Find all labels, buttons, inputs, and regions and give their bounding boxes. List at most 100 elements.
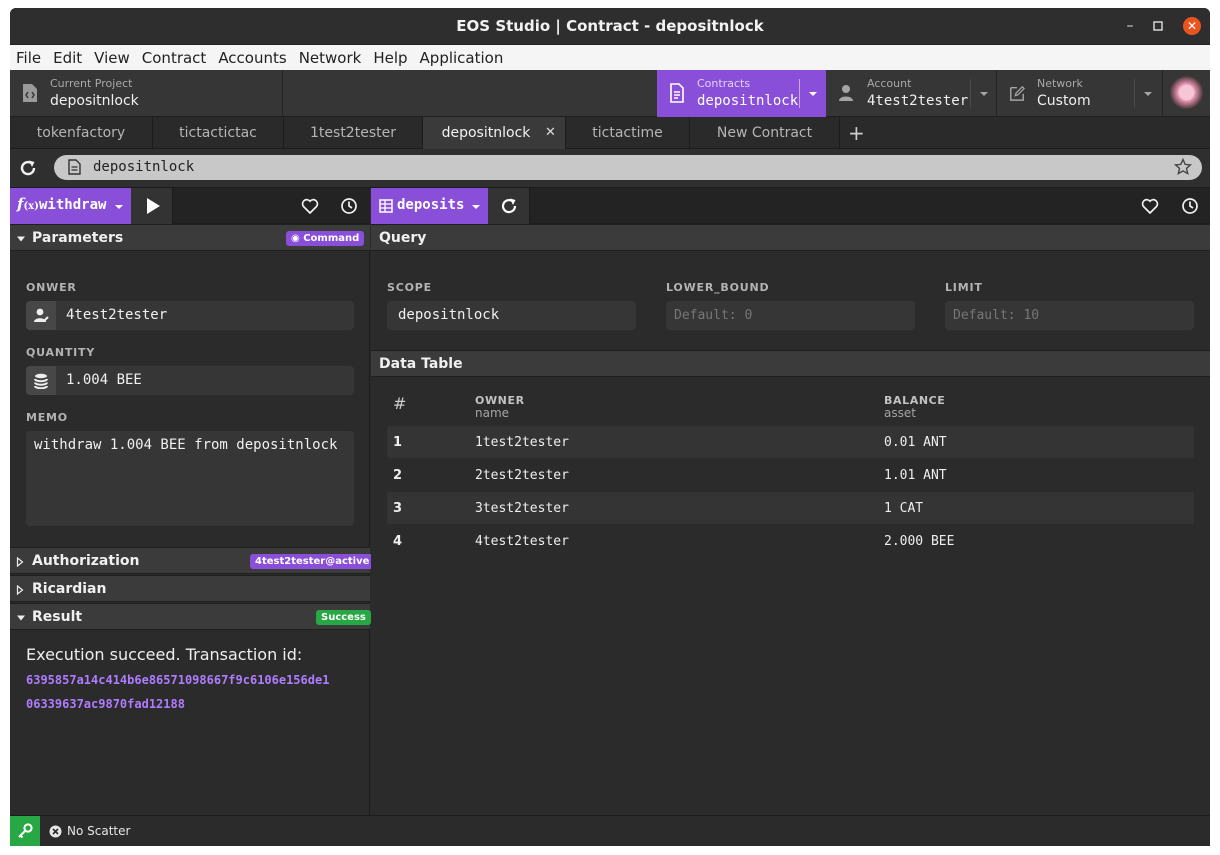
error-circle-icon <box>49 825 62 838</box>
contracts-dropdown-icon[interactable] <box>808 86 818 102</box>
lower-bound-field-label: LOWER_BOUND <box>666 281 770 294</box>
star-icon[interactable] <box>1174 158 1192 176</box>
maximize-icon[interactable] <box>1149 17 1167 35</box>
row-owner: 2test2tester <box>475 468 569 483</box>
menu-contract[interactable]: Contract <box>142 49 207 67</box>
action-toolbar: f(x) withdraw <box>10 188 370 224</box>
address-bar: depositnlock <box>10 149 1210 188</box>
table-row[interactable]: 1 1test2tester 0.01 ANT <box>387 426 1194 458</box>
table-grid-icon <box>379 199 393 213</box>
function-icon: f(x) <box>17 195 39 213</box>
tab-tictactime[interactable]: tictactime <box>566 117 690 149</box>
row-index: 3 <box>393 501 403 516</box>
row-index: 2 <box>393 468 403 483</box>
row-index: 1 <box>393 435 403 450</box>
tab-bar: tokenfactory tictactictac 1test2tester d… <box>10 117 1210 149</box>
table-row[interactable]: 2 2test2tester 1.01 ANT <box>387 459 1194 491</box>
limit-placeholder: Default: 10 <box>953 308 1040 323</box>
table-row[interactable]: 3 3test2tester 1 CAT <box>387 492 1194 524</box>
menu-edit[interactable]: Edit <box>53 49 82 67</box>
authorization-section-header[interactable]: Authorization 4test2tester@active <box>10 547 375 574</box>
window-title: EOS Studio | Contract - depositnlock <box>456 17 764 35</box>
account-selector[interactable]: Account 4test2tester <box>826 70 996 117</box>
key-button[interactable] <box>10 816 40 846</box>
scatter-status: No Scatter <box>67 824 131 838</box>
heart-icon[interactable] <box>301 198 319 214</box>
menu-accounts[interactable]: Accounts <box>218 49 286 67</box>
memo-textarea[interactable]: withdraw 1.004 BEE from depositnlock <box>26 431 354 526</box>
refresh-table-button[interactable] <box>488 188 530 224</box>
memo-field-label: MEMO <box>26 411 68 424</box>
history-icon[interactable] <box>340 197 358 215</box>
menu-application[interactable]: Application <box>420 49 504 67</box>
tab-new-contract[interactable]: New Contract <box>690 117 840 149</box>
menu-view[interactable]: View <box>94 49 130 67</box>
quantity-field[interactable]: 1.004 BEE <box>26 366 354 395</box>
current-project-value: depositnlock <box>50 93 139 109</box>
table-name: deposits <box>397 197 465 213</box>
coins-icon <box>26 366 56 395</box>
table-row[interactable]: 4 4test2tester 2.000 BEE <box>387 525 1194 557</box>
owner-field[interactable]: 4test2tester <box>26 301 354 330</box>
tab-close-icon[interactable]: ✕ <box>545 117 556 149</box>
user-avatar[interactable] <box>1170 76 1203 109</box>
menu-network[interactable]: Network <box>299 49 362 67</box>
row-index: 4 <box>393 534 403 549</box>
caret-right-icon <box>16 557 24 567</box>
tab-1test2tester[interactable]: 1test2tester <box>284 117 423 149</box>
account-label: Account <box>867 77 912 90</box>
table-panel: deposits Query SCOPE depositnlock LOWER_… <box>371 188 1210 815</box>
add-tab-icon[interactable]: + <box>848 121 865 145</box>
caret-down-icon <box>17 615 25 621</box>
history-icon[interactable] <box>1181 197 1199 215</box>
parameters-title: Parameters <box>32 230 124 246</box>
title-bar: EOS Studio | Contract - depositnlock – ✕ <box>10 8 1210 45</box>
refresh-icon[interactable] <box>19 159 37 181</box>
row-balance: 1 CAT <box>884 501 924 516</box>
action-name: withdraw <box>39 197 107 213</box>
row-owner: 1test2tester <box>475 435 569 450</box>
parameters-section-header[interactable]: Parameters ◉ Command <box>10 224 370 251</box>
account-dropdown-icon[interactable] <box>979 86 989 102</box>
network-dropdown-icon[interactable] <box>1143 86 1153 102</box>
tab-label: depositnlock <box>441 125 531 141</box>
query-section-header: Query <box>371 224 1210 251</box>
tab-tokenfactory[interactable]: tokenfactory <box>10 117 153 149</box>
command-badge-label: Command <box>303 233 360 244</box>
menu-file[interactable]: File <box>16 49 41 67</box>
network-selector[interactable]: Network Custom <box>997 70 1162 117</box>
app-window: EOS Studio | Contract - depositnlock – ✕… <box>10 8 1210 846</box>
menu-help[interactable]: Help <box>373 49 407 67</box>
contracts-selector[interactable]: Contracts depositnlock <box>657 70 826 117</box>
minimize-icon[interactable]: – <box>1121 17 1139 35</box>
scope-input[interactable]: depositnlock <box>387 301 636 330</box>
transaction-id-line1[interactable]: 6395857a14c414b6e86571098667f9c6106e156d… <box>26 673 329 687</box>
column-type-owner: name <box>475 406 510 420</box>
row-balance: 2.000 BEE <box>884 534 955 549</box>
action-selector-button[interactable]: f(x) withdraw <box>10 188 131 224</box>
transaction-id-line2[interactable]: 06339637ac9870fad12188 <box>26 697 185 711</box>
column-type-balance: asset <box>884 406 916 420</box>
project-file-icon <box>23 84 37 102</box>
authorization-badge[interactable]: 4test2tester@active <box>250 554 375 569</box>
data-table-title: Data Table <box>379 356 463 372</box>
address-input[interactable]: depositnlock <box>54 155 1202 180</box>
contracts-label: Contracts <box>697 77 751 90</box>
result-section-header[interactable]: Result Success <box>10 603 371 630</box>
account-value: 4test2tester <box>867 93 969 109</box>
scope-field-label: SCOPE <box>387 281 432 294</box>
quantity-field-label: QUANTITY <box>26 346 96 359</box>
tab-depositnlock[interactable]: depositnlock ✕ <box>423 117 566 149</box>
limit-input[interactable]: Default: 10 <box>945 301 1194 330</box>
lower-bound-input[interactable]: Default: 0 <box>666 301 915 330</box>
heart-icon[interactable] <box>1141 198 1159 214</box>
current-project-selector[interactable]: Current Project depositnlock <box>10 70 282 117</box>
tab-tictactictac[interactable]: tictactictac <box>153 117 284 149</box>
close-icon[interactable]: ✕ <box>1183 17 1201 35</box>
limit-field-label: LIMIT <box>945 281 983 294</box>
table-selector-button[interactable]: deposits <box>371 188 488 224</box>
run-action-button[interactable] <box>131 188 173 224</box>
ricardian-section-header[interactable]: Ricardian <box>10 575 370 602</box>
header-bar: Current Project depositnlock Contracts d… <box>10 70 1210 117</box>
command-badge[interactable]: ◉ Command <box>286 231 365 246</box>
